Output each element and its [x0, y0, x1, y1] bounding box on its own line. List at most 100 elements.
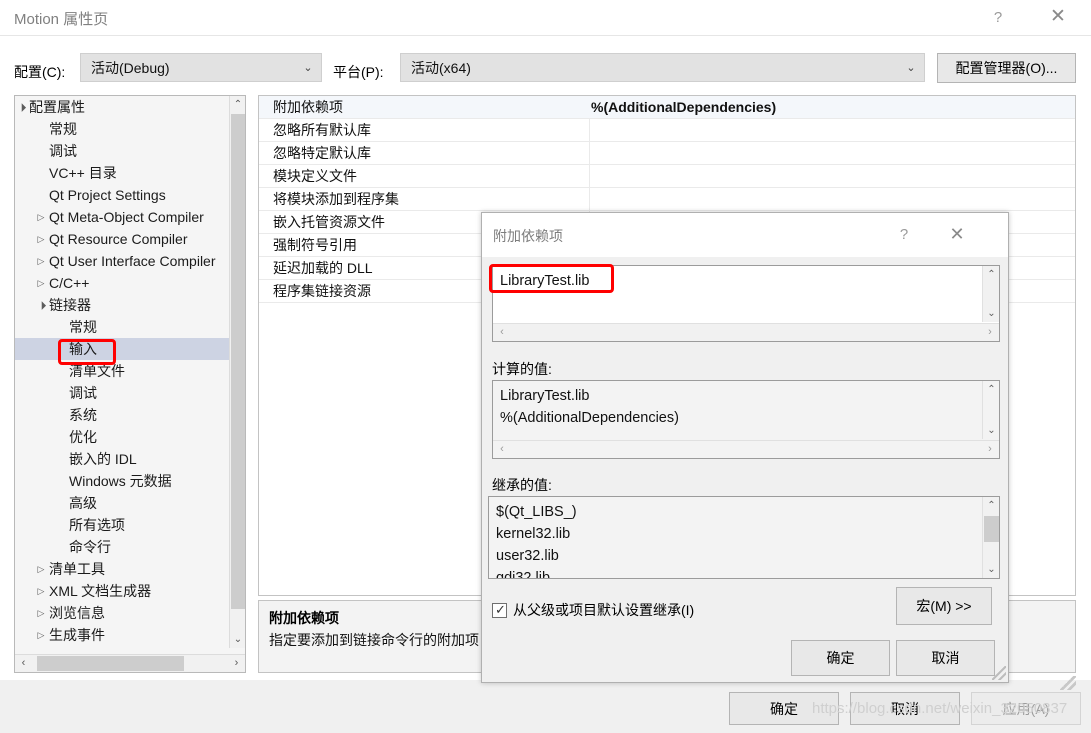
- property-row[interactable]: 附加依赖项 %(AdditionalDependencies): [259, 96, 1075, 119]
- property-pages-window: Motion 属性页 ? ✕ 配置(C): 活动(Debug) ⌄ 平台(P):…: [0, 0, 1091, 733]
- tree-item[interactable]: 调试: [15, 382, 230, 404]
- property-value[interactable]: %(AdditionalDependencies): [591, 96, 776, 119]
- configuration-combobox[interactable]: 活动(Debug) ⌄: [80, 53, 322, 82]
- tree-item[interactable]: 高级: [15, 492, 230, 514]
- chevron-collapsed-icon[interactable]: ▷: [33, 580, 49, 602]
- chevron-collapsed-icon[interactable]: ▷: [33, 228, 49, 250]
- tree-item-label: Qt Meta-Object Compiler: [49, 209, 204, 225]
- tree-item[interactable]: 输入: [15, 338, 230, 360]
- inherited-values-listbox[interactable]: $(Qt_LIBS_) kernel32.lib user32.lib gdi3…: [488, 496, 1000, 579]
- scroll-up-icon[interactable]: ⌃: [983, 266, 999, 283]
- tree-item-label: Qt User Interface Compiler: [49, 253, 216, 269]
- apply-button: 应用(A): [971, 692, 1081, 725]
- tree-item[interactable]: 所有选项: [15, 514, 230, 536]
- property-row[interactable]: 模块定义文件: [259, 165, 1075, 188]
- evaluated-value-label: 计算的值:: [492, 361, 552, 377]
- tree-item[interactable]: 嵌入的 IDL: [15, 448, 230, 470]
- macros-button[interactable]: 宏(M) >>: [896, 587, 992, 625]
- chevron-collapsed-icon[interactable]: ▷: [33, 206, 49, 228]
- property-row[interactable]: 忽略特定默认库: [259, 142, 1075, 165]
- tree-item[interactable]: ▷ Qt Resource Compiler: [15, 228, 230, 250]
- dialog-title: 附加依赖项: [493, 228, 563, 244]
- configuration-value: 活动(Debug): [91, 59, 170, 76]
- tree-vertical-scrollbar[interactable]: ⌃ ⌄: [229, 96, 245, 648]
- tree-item[interactable]: ▷ C/C++: [15, 272, 230, 294]
- chevron-collapsed-icon[interactable]: ▷: [33, 602, 49, 624]
- scroll-left-icon[interactable]: ‹: [493, 324, 511, 341]
- tree-item[interactable]: 系统: [15, 404, 230, 426]
- tree-item[interactable]: VC++ 目录: [15, 162, 230, 184]
- tree-item[interactable]: ◢ 链接器: [15, 294, 230, 316]
- evaluated-horizontal-scrollbar[interactable]: ‹ ›: [493, 440, 999, 458]
- inherited-scroll-thumb[interactable]: [984, 516, 999, 542]
- window-resize-grip[interactable]: [1060, 676, 1076, 690]
- checkbox-box[interactable]: ✓: [492, 602, 507, 618]
- tree-item-label: 生成事件: [49, 627, 105, 643]
- configuration-tree[interactable]: ◢ 配置属性 常规 调试 VC++ 目录 Qt Project Settings ▷ Qt M…: [15, 96, 230, 648]
- tree-horizontal-scrollbar[interactable]: ‹ ›: [15, 654, 245, 672]
- tree-item[interactable]: Windows 元数据: [15, 470, 230, 492]
- dependencies-edit-listbox[interactable]: LibraryTest.lib ⌃ ⌄ ‹ ›: [492, 265, 1000, 342]
- tree-item[interactable]: ▷ 生成事件: [15, 624, 230, 646]
- chevron-collapsed-icon[interactable]: ▷: [33, 624, 49, 646]
- chevron-collapsed-icon[interactable]: ▷: [33, 250, 49, 272]
- tree-item[interactable]: ▷ 清单工具: [15, 558, 230, 580]
- dialog-ok-button[interactable]: 确定: [791, 640, 890, 676]
- inherited-vertical-scrollbar[interactable]: ⌃ ⌄: [982, 497, 999, 578]
- scroll-up-icon[interactable]: ⌃: [230, 96, 246, 113]
- evaluated-vertical-scrollbar[interactable]: ⌃ ⌄: [982, 381, 999, 439]
- scroll-right-icon[interactable]: ›: [981, 441, 999, 458]
- tree-item[interactable]: 常规: [15, 316, 230, 338]
- tree-item[interactable]: ▷ XML 文档生成器: [15, 580, 230, 602]
- property-name: 模块定义文件: [273, 168, 357, 184]
- edit-horizontal-scrollbar[interactable]: ‹ ›: [493, 323, 999, 341]
- inherited-values-label: 继承的值:: [492, 477, 552, 493]
- tree-item[interactable]: 优化: [15, 426, 230, 448]
- tree-item-label: Windows 元数据: [69, 473, 172, 489]
- close-icon[interactable]: ✕: [1040, 4, 1076, 32]
- tree-item[interactable]: 清单文件: [15, 360, 230, 382]
- scroll-up-icon[interactable]: ⌃: [983, 381, 999, 398]
- tree-item[interactable]: ◢ 配置属性: [15, 96, 230, 118]
- scroll-left-icon[interactable]: ‹: [15, 655, 32, 672]
- scroll-down-icon[interactable]: ⌄: [983, 422, 999, 439]
- property-row[interactable]: 将模块添加到程序集: [259, 188, 1075, 211]
- tree-scroll-thumb[interactable]: [231, 114, 245, 609]
- tree-item[interactable]: Qt Project Settings: [15, 184, 230, 206]
- window-title: Motion 属性页: [14, 11, 109, 28]
- scroll-left-icon[interactable]: ‹: [493, 441, 511, 458]
- tree-item[interactable]: ▷ 浏览信息: [15, 602, 230, 624]
- inherited-values-text: $(Qt_LIBS_) kernel32.lib user32.lib gdi3…: [496, 504, 577, 579]
- tree-item-label: 嵌入的 IDL: [69, 451, 137, 467]
- tree-hscroll-thumb[interactable]: [37, 656, 184, 671]
- scroll-right-icon[interactable]: ›: [228, 655, 245, 672]
- dialog-resize-grip[interactable]: [992, 666, 1006, 680]
- dialog-close-icon[interactable]: ✕: [937, 221, 977, 249]
- inherit-defaults-checkbox[interactable]: ✓ 从父级或项目默认设置继承(I): [492, 600, 694, 620]
- chevron-collapsed-icon[interactable]: ▷: [33, 558, 49, 580]
- tree-item[interactable]: 常规: [15, 118, 230, 140]
- ok-button[interactable]: 确定: [729, 692, 839, 725]
- edit-vertical-scrollbar[interactable]: ⌃ ⌄: [982, 266, 999, 322]
- dialog-titlebar: 附加依赖项 ? ✕: [482, 213, 1008, 257]
- tree-item[interactable]: 命令行: [15, 536, 230, 558]
- platform-combobox[interactable]: 活动(x64) ⌄: [400, 53, 925, 82]
- scroll-down-icon[interactable]: ⌄: [230, 631, 246, 648]
- tree-item[interactable]: ▷ Qt Meta-Object Compiler: [15, 206, 230, 228]
- scroll-up-icon[interactable]: ⌃: [983, 497, 999, 514]
- property-row[interactable]: 忽略所有默认库: [259, 119, 1075, 142]
- tree-item-label: 所有选项: [69, 517, 125, 533]
- configuration-manager-button[interactable]: 配置管理器(O)...: [937, 53, 1076, 83]
- cancel-button[interactable]: 取消: [850, 692, 960, 725]
- description-title: 附加依赖项: [269, 610, 339, 626]
- dialog-cancel-button[interactable]: 取消: [896, 640, 995, 676]
- chevron-collapsed-icon[interactable]: ▷: [33, 272, 49, 294]
- tree-item[interactable]: ▷ Qt User Interface Compiler: [15, 250, 230, 272]
- dialog-help-icon[interactable]: ?: [887, 221, 921, 249]
- scroll-down-icon[interactable]: ⌄: [983, 305, 999, 322]
- help-icon[interactable]: ?: [980, 4, 1016, 32]
- scroll-down-icon[interactable]: ⌄: [983, 561, 999, 578]
- tree-item[interactable]: 调试: [15, 140, 230, 162]
- tree-item-label: Qt Project Settings: [49, 187, 166, 203]
- scroll-right-icon[interactable]: ›: [981, 324, 999, 341]
